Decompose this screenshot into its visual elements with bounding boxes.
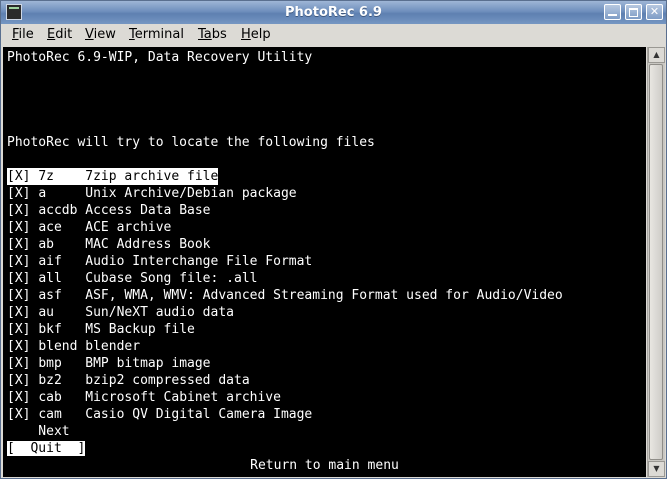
menu-terminal[interactable]: Terminal bbox=[127, 24, 186, 46]
file-type-row[interactable]: [X] au Sun/NeXT audio data bbox=[7, 304, 234, 321]
menu-view[interactable]: View bbox=[83, 24, 118, 46]
close-button[interactable]: ✕ bbox=[646, 4, 663, 20]
file-type-row[interactable]: [X] ace ACE archive bbox=[7, 219, 171, 236]
footer-hint: Return to main menu bbox=[250, 458, 399, 473]
quit-button[interactable]: [ Quit ] bbox=[7, 440, 86, 457]
scroll-up-arrow-icon[interactable]: ▲ bbox=[648, 47, 665, 63]
file-type-row[interactable]: [X] all Cubase Song file: .all bbox=[7, 270, 257, 287]
file-type-row[interactable]: [X] bmp BMP bitmap image bbox=[7, 355, 211, 372]
file-type-row[interactable]: [X] aif Audio Interchange File Format bbox=[7, 253, 312, 270]
terminal-intro: PhotoRec will try to locate the followin… bbox=[7, 135, 375, 150]
file-type-row[interactable]: [X] blend blender bbox=[7, 338, 140, 355]
vertical-scrollbar[interactable]: ▲ ▼ bbox=[647, 47, 665, 477]
terminal-header: PhotoRec 6.9-WIP, Data Recovery Utility bbox=[7, 50, 313, 65]
menu-help[interactable]: Help bbox=[239, 24, 273, 46]
window-title: PhotoRec 6.9 bbox=[285, 5, 382, 20]
menu-tabs[interactable]: Tabs bbox=[196, 24, 229, 46]
menu-file[interactable]: File bbox=[10, 24, 36, 46]
file-type-row[interactable]: [X] cab Microsoft Cabinet archive bbox=[7, 389, 281, 406]
file-type-row[interactable]: [X] ab MAC Address Book bbox=[7, 236, 211, 253]
file-type-row[interactable]: [X] a Unix Archive/Debian package bbox=[7, 185, 297, 202]
file-type-row[interactable]: [X] bz2 bzip2 compressed data bbox=[7, 372, 250, 389]
file-type-row[interactable]: [X] cam Casio QV Digital Camera Image bbox=[7, 406, 312, 423]
scroll-thumb[interactable] bbox=[649, 64, 663, 460]
title-bar[interactable]: PhotoRec 6.9 ✕ bbox=[1, 1, 666, 25]
terminal-screen[interactable]: PhotoRec 6.9-WIP, Data Recovery Utility … bbox=[3, 47, 646, 477]
file-type-row[interactable]: [X] asf ASF, WMA, WMV: Advanced Streamin… bbox=[7, 287, 563, 304]
scroll-down-arrow-icon[interactable]: ▼ bbox=[648, 461, 665, 477]
next-option[interactable]: Next bbox=[7, 423, 69, 440]
menu-bar: File Edit View Terminal Tabs Help bbox=[1, 24, 666, 46]
minimize-button[interactable] bbox=[604, 4, 621, 20]
maximize-button[interactable] bbox=[625, 4, 642, 20]
file-type-row[interactable]: [X] 7z 7zip archive file bbox=[7, 168, 219, 185]
file-type-row[interactable]: [X] accdb Access Data Base bbox=[7, 202, 211, 219]
terminal-window: PhotoRec 6.9 ✕ File Edit View Terminal T… bbox=[0, 0, 667, 479]
menu-edit[interactable]: Edit bbox=[45, 24, 74, 46]
file-type-row[interactable]: [X] bkf MS Backup file bbox=[7, 321, 195, 338]
